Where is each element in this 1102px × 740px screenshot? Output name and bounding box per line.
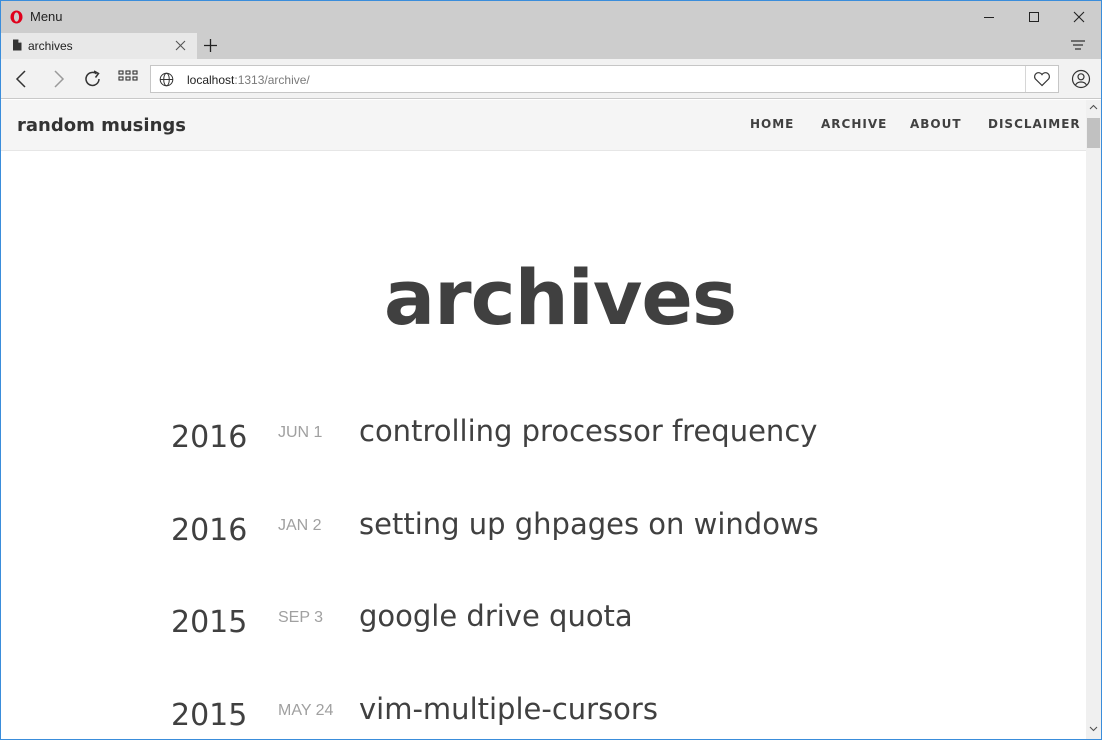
title-bar: Menu: [1, 1, 1101, 33]
new-tab-icon[interactable]: [203, 38, 218, 53]
nav-home[interactable]: HOME: [750, 117, 794, 131]
site-header: random musings HOME ARCHIVE ABOUT DISCLA…: [1, 100, 1086, 151]
tab-bar: archives: [1, 33, 1101, 59]
url-field[interactable]: localhost:1313/archive/: [150, 65, 1059, 93]
nav-disclaimer[interactable]: DISCLAIMER: [988, 117, 1081, 131]
post-year: 2016: [171, 420, 248, 455]
profile-icon[interactable]: [1071, 69, 1091, 89]
close-window-button[interactable]: [1056, 1, 1101, 33]
post-title-link[interactable]: controlling processor frequency: [359, 414, 817, 448]
address-bar: localhost:1313/archive/: [1, 59, 1101, 99]
nav-archive[interactable]: ARCHIVE: [821, 117, 887, 131]
site-brand[interactable]: random musings: [17, 115, 186, 136]
url-text: localhost:1313/archive/: [187, 73, 310, 87]
forward-icon[interactable]: [51, 69, 67, 89]
list-item: 2015 MAY 24 vim-multiple-cursors: [1, 692, 1086, 739]
post-title-link[interactable]: setting up ghpages on windows: [359, 507, 819, 541]
nav-about[interactable]: ABOUT: [910, 117, 962, 131]
post-date: SEP 3: [278, 609, 324, 626]
post-title-link[interactable]: google drive quota: [359, 599, 633, 633]
post-title-link[interactable]: vim-multiple-cursors: [359, 692, 658, 726]
vertical-scrollbar[interactable]: [1086, 100, 1101, 739]
url-host: localhost: [187, 73, 235, 87]
maximize-icon: [1029, 12, 1039, 22]
back-icon[interactable]: [13, 69, 29, 89]
page-viewport: random musings HOME ARCHIVE ABOUT DISCLA…: [1, 100, 1086, 739]
maximize-button[interactable]: [1011, 1, 1057, 33]
list-item: 2016 JAN 2 setting up ghpages on windows: [1, 507, 1086, 567]
tab-title: archives: [28, 39, 73, 53]
speed-dial-icon[interactable]: [118, 69, 138, 87]
url-divider: [1025, 66, 1026, 92]
reload-icon[interactable]: [83, 69, 103, 89]
close-icon: [1073, 11, 1085, 23]
scroll-thumb[interactable]: [1087, 118, 1100, 148]
list-item: 2016 JUN 1 controlling processor frequen…: [1, 414, 1086, 474]
page-icon: [13, 39, 22, 51]
heart-icon[interactable]: [1033, 71, 1051, 87]
url-path: :1313/archive/: [234, 73, 310, 87]
post-year: 2015: [171, 605, 248, 640]
globe-icon: [159, 72, 174, 87]
tab-close-icon[interactable]: [175, 40, 186, 51]
post-date: MAY 24: [278, 702, 334, 719]
menu-label[interactable]: Menu: [30, 9, 63, 24]
post-year: 2016: [171, 513, 248, 548]
post-year: 2015: [171, 698, 248, 733]
scroll-up-icon[interactable]: [1089, 104, 1098, 110]
browser-window: Menu archives localhost:1313/archive/ ra…: [0, 0, 1102, 740]
tab-menu-icon[interactable]: [1070, 39, 1086, 53]
post-date: JAN 2: [278, 517, 322, 534]
post-date: JUN 1: [278, 424, 323, 441]
minimize-icon: [984, 17, 994, 18]
page-title: archives: [383, 253, 737, 342]
tab-archives[interactable]: archives: [1, 33, 197, 59]
minimize-button[interactable]: [966, 1, 1012, 33]
list-item: 2015 SEP 3 google drive quota: [1, 599, 1086, 659]
opera-logo-icon[interactable]: [10, 10, 23, 24]
scroll-down-icon[interactable]: [1089, 726, 1098, 732]
